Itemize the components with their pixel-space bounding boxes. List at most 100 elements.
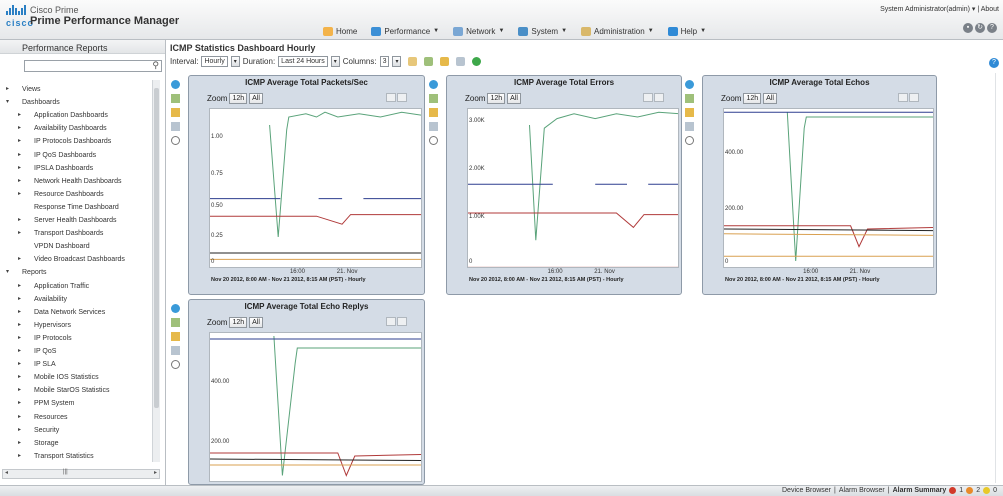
tree-item[interactable]: Server Health Dashboards [34,215,117,226]
collapsed-arrow-icon[interactable]: ▸ [18,373,21,380]
collapsed-arrow-icon[interactable]: ▸ [18,426,21,433]
edit-icon[interactable] [684,94,694,103]
refresh-icon[interactable] [428,80,438,89]
collapsed-arrow-icon[interactable]: ▸ [18,229,21,236]
zoom-all-button[interactable]: All [249,317,263,328]
download-icon[interactable] [909,93,919,102]
zoom-12h-button[interactable]: 12h [743,93,762,104]
note-icon[interactable] [170,332,180,341]
collapsed-arrow-icon[interactable]: ▸ [18,439,21,446]
zoom-12h-button[interactable]: 12h [487,93,506,104]
sidebar-search-input[interactable]: ⚲ [24,60,162,72]
help-circle-icon[interactable]: ? [987,23,997,33]
interval-dropdown-button[interactable]: ▾ [230,55,240,67]
alarm-summary-link[interactable]: Alarm Summary [893,487,947,494]
tree-item[interactable]: Availability Dashboards [34,123,107,134]
device-browser-link[interactable]: Device Browser [782,487,831,494]
tree-item[interactable]: PPM System [34,398,74,409]
collapsed-arrow-icon[interactable]: ▸ [18,111,21,118]
zoom-icon[interactable] [428,136,438,145]
zoom-all-button[interactable]: All [507,93,521,104]
zoom-icon[interactable] [684,136,694,145]
note-icon[interactable] [684,108,694,117]
note-icon[interactable] [428,108,438,117]
print-chart-icon[interactable] [898,93,908,102]
zoom-icon[interactable] [170,360,180,369]
edit-icon[interactable] [428,94,438,103]
tree-item[interactable]: Reports [22,267,47,278]
collapsed-arrow-icon[interactable]: ▸ [18,282,21,289]
print-chart-icon[interactable] [386,317,396,326]
nav-system[interactable]: System ▼ [518,24,567,38]
note-icon[interactable] [170,108,180,117]
tree-item[interactable]: IP Protocols Dashboards [34,136,111,147]
collapsed-arrow-icon[interactable]: ▸ [18,413,21,420]
expanded-arrow-icon[interactable]: ▾ [6,98,9,105]
columns-dropdown-button[interactable]: ▾ [392,55,402,67]
tree-item[interactable]: IP QoS [34,346,56,357]
duration-dropdown-button[interactable]: ▾ [330,55,340,67]
download-icon[interactable] [654,93,664,102]
nav-network[interactable]: Network ▼ [453,24,504,38]
tree-item[interactable]: Transport Statistics [34,451,94,462]
copy-icon[interactable] [456,56,466,66]
edit-icon[interactable] [170,94,180,103]
tree-item[interactable]: Response Time Dashboard [34,202,119,213]
duration-select[interactable]: Last 24 Hours [278,55,328,67]
user-menu[interactable]: System Administrator(admin) ▾ | About [880,5,999,13]
collapsed-arrow-icon[interactable]: ▸ [18,124,21,131]
tree-item[interactable]: Application Dashboards [34,110,108,121]
filter-icon[interactable] [408,56,418,66]
collapsed-arrow-icon[interactable]: ▸ [18,452,21,459]
columns-select[interactable]: 3 [379,55,390,67]
print-chart-icon[interactable] [386,93,396,102]
tree-item[interactable]: Transport Dashboards [34,228,103,239]
download-icon[interactable] [397,93,407,102]
tree-item[interactable]: Security [34,425,59,436]
collapsed-arrow-icon[interactable]: ▸ [18,347,21,354]
collapsed-arrow-icon[interactable]: ▸ [18,255,21,262]
tree-item[interactable]: Data Network Services [34,307,105,318]
tree-item[interactable]: IPSLA Dashboards [34,163,93,174]
nav-help[interactable]: Help ▼ [667,24,706,38]
refresh-icon[interactable] [170,304,180,313]
search-icon[interactable]: ⚲ [152,60,159,71]
copy-icon[interactable] [684,122,694,131]
collapsed-arrow-icon[interactable]: ▸ [18,137,21,144]
collapsed-arrow-icon[interactable]: ▸ [18,164,21,171]
edit-icon[interactable] [424,56,434,66]
print-chart-icon[interactable] [643,93,653,102]
tree-item[interactable]: Dashboards [22,97,60,108]
add-icon[interactable] [472,56,482,66]
sidebar-horizontal-scrollbar[interactable]: ◂ ||| ▸ [2,469,160,479]
copy-icon[interactable] [170,346,180,355]
tree-item[interactable]: Availability [34,294,67,305]
tree-item[interactable]: IP QoS Dashboards [34,150,96,161]
refresh-icon[interactable]: ↻ [975,23,985,33]
copy-icon[interactable] [170,122,180,131]
tree-item[interactable]: VPDN Dashboard [34,241,90,252]
download-icon[interactable] [397,317,407,326]
tree-item[interactable]: Mobile StarOS Statistics [34,385,109,396]
collapsed-arrow-icon[interactable]: ▸ [18,321,21,328]
collapsed-arrow-icon[interactable]: ▸ [18,190,21,197]
tree-item[interactable]: Views [22,84,41,95]
zoom-all-button[interactable]: All [249,93,263,104]
tree-item[interactable]: Video Broadcast Dashboards [34,254,125,265]
collapsed-arrow-icon[interactable]: ▸ [18,360,21,367]
collapsed-arrow-icon[interactable]: ▸ [18,334,21,341]
collapsed-arrow-icon[interactable]: ▸ [18,295,21,302]
nav-administration[interactable]: Administration ▼ [581,24,654,38]
refresh-icon[interactable] [684,80,694,89]
collapsed-arrow-icon[interactable]: ▸ [18,177,21,184]
refresh-icon[interactable] [170,80,180,89]
alarm-browser-link[interactable]: Alarm Browser [839,487,885,494]
tree-item[interactable]: Hypervisors [34,320,71,331]
edit-icon[interactable] [170,318,180,327]
tree-item[interactable]: Mobile IOS Statistics [34,372,99,383]
zoom-12h-button[interactable]: 12h [229,317,248,328]
collapsed-arrow-icon[interactable]: ▸ [18,399,21,406]
tree-item[interactable]: IP SLA [34,359,56,370]
zoom-12h-button[interactable]: 12h [229,93,248,104]
tree-item[interactable]: Resource Dashboards [34,189,104,200]
